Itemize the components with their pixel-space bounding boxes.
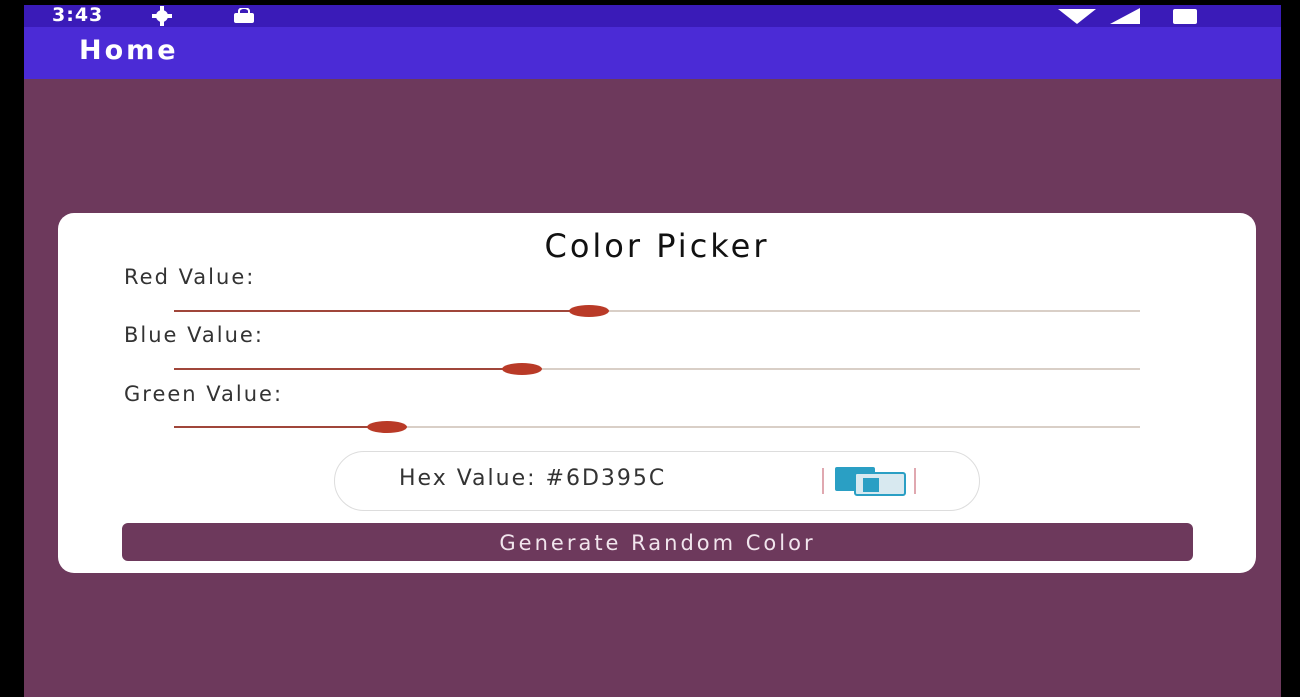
green-slider-fill [174, 426, 387, 428]
app-bar-title: Home [79, 35, 179, 66]
lock-icon [234, 8, 254, 23]
gear-icon [152, 6, 172, 26]
app-bar: Home [24, 27, 1281, 79]
hex-value-box: Hex Value: #6D395C [334, 451, 980, 511]
green-slider[interactable] [174, 417, 1140, 437]
color-picker-card: Color Picker Red Value: Blue Value: Gree… [58, 213, 1256, 573]
generate-random-color-button[interactable]: Generate Random Color [122, 523, 1193, 561]
blue-slider-fill [174, 368, 522, 370]
signal-icon [1110, 8, 1140, 24]
status-bar: 3:43 [24, 5, 1281, 27]
hex-value-text: Hex Value: #6D395C [399, 466, 667, 491]
green-value-label: Green Value: [124, 382, 284, 406]
battery-icon [1173, 9, 1197, 24]
red-slider-thumb[interactable] [569, 305, 610, 317]
blue-slider-thumb[interactable] [501, 363, 542, 375]
green-slider-thumb[interactable] [366, 421, 407, 433]
red-value-label: Red Value: [124, 265, 256, 289]
status-time: 3:43 [52, 5, 104, 26]
red-slider-fill [174, 310, 590, 312]
blue-value-label: Blue Value: [124, 323, 264, 347]
blue-slider[interactable] [174, 359, 1140, 379]
wifi-icon [1058, 9, 1096, 24]
card-title: Color Picker [544, 227, 770, 265]
red-slider[interactable] [174, 301, 1140, 321]
phone-screen: 3:43 Home Color Picker Red Value: Blue V… [24, 5, 1281, 697]
copy-icon[interactable] [817, 464, 921, 498]
